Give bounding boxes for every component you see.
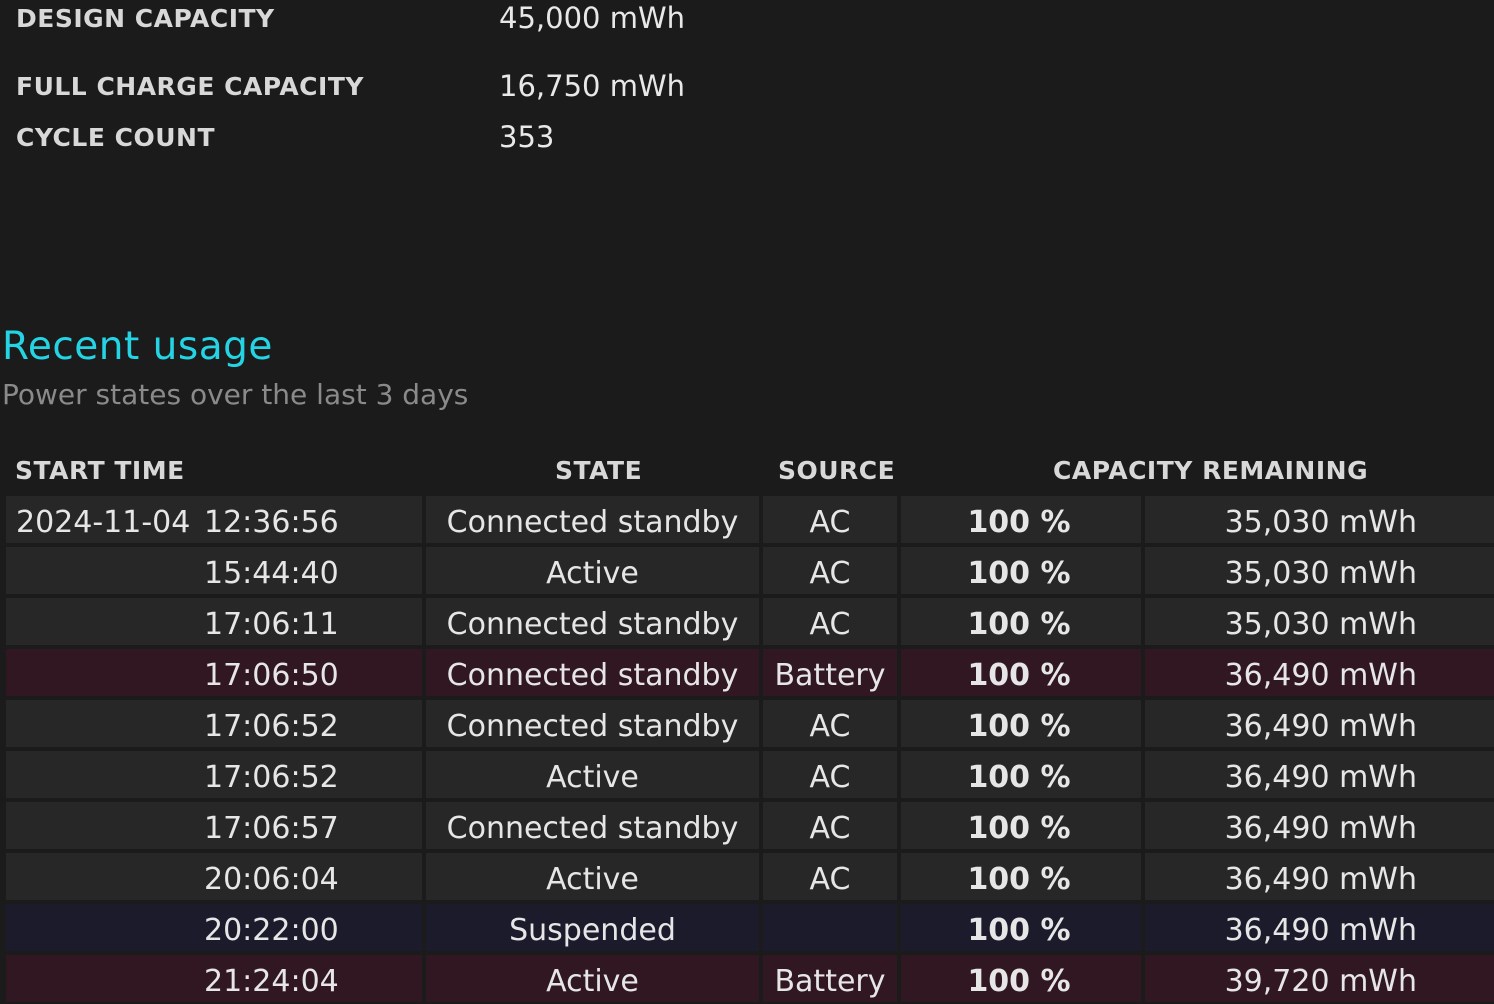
capacity-remaining-cell: 35,030 mWh bbox=[1145, 496, 1494, 543]
start-time-cell: 20:22:00 bbox=[6, 904, 422, 951]
start-date: 2024-11-04 bbox=[16, 505, 191, 540]
source-cell: Battery bbox=[763, 649, 897, 696]
start-time: 15:44:40 bbox=[204, 556, 339, 591]
start-time-cell: 17:06:52 bbox=[6, 751, 422, 798]
start-time: 17:06:52 bbox=[204, 709, 339, 744]
state-cell: Active bbox=[426, 547, 759, 594]
design-capacity-row: DESIGN CAPACITY 45,000 mWh bbox=[16, 1, 1486, 36]
start-time: 17:06:50 bbox=[204, 658, 339, 693]
full-charge-capacity-row: FULL CHARGE CAPACITY 16,750 mWh bbox=[16, 69, 1486, 104]
start-time: 12:36:56 bbox=[204, 505, 339, 540]
start-time-cell: 2024-11-04 12:36:56 bbox=[6, 496, 422, 543]
capacity-percent-cell: 100 % bbox=[901, 598, 1141, 645]
source-cell: AC bbox=[763, 751, 897, 798]
start-time: 20:22:00 bbox=[204, 913, 339, 948]
usage-table-header: START TIME STATE SOURCE CAPACITY REMAINI… bbox=[0, 456, 1494, 492]
capacity-remaining-cell: 36,490 mWh bbox=[1145, 700, 1494, 747]
start-time: 17:06:11 bbox=[204, 607, 339, 642]
start-time-cell: 17:06:11 bbox=[6, 598, 422, 645]
capacity-remaining-cell: 36,490 mWh bbox=[1145, 649, 1494, 696]
table-row: 17:06:52 Active AC 100 % 36,490 mWh bbox=[6, 751, 1494, 798]
table-row: 2024-11-04 12:36:56 Connected standby AC 100… bbox=[6, 496, 1494, 543]
cycle-count-row: CYCLE COUNT 353 bbox=[16, 120, 1486, 155]
start-time-cell: 15:44:40 bbox=[6, 547, 422, 594]
table-row: 17:06:52 Connected standby AC 100 % 36,490 m… bbox=[6, 700, 1494, 747]
start-time-cell: 17:06:50 bbox=[6, 649, 422, 696]
full-charge-capacity-label: FULL CHARGE CAPACITY bbox=[16, 72, 364, 101]
capacity-remaining-cell: 36,490 mWh bbox=[1145, 802, 1494, 849]
start-time: 17:06:52 bbox=[204, 760, 339, 795]
capacity-percent-cell: 100 % bbox=[901, 802, 1141, 849]
table-row: 15:44:40 Active AC 100 % 35,030 mWh bbox=[6, 547, 1494, 594]
source-cell: AC bbox=[763, 802, 897, 849]
column-header-state: STATE bbox=[555, 456, 643, 485]
recent-usage-subtitle: Power states over the last 3 days bbox=[2, 378, 469, 411]
start-time-cell: 17:06:52 bbox=[6, 700, 422, 747]
capacity-remaining-cell: 39,720 mWh bbox=[1145, 955, 1494, 1002]
state-cell: Active bbox=[426, 751, 759, 798]
capacity-percent-cell: 100 % bbox=[901, 955, 1141, 1002]
capacity-percent-cell: 100 % bbox=[901, 547, 1141, 594]
design-capacity-value: 45,000 mWh bbox=[499, 1, 685, 35]
cycle-count-label: CYCLE COUNT bbox=[16, 123, 215, 152]
table-row: 20:06:04 Active AC 100 % 36,490 mWh bbox=[6, 853, 1494, 900]
capacity-remaining-cell: 36,490 mWh bbox=[1145, 904, 1494, 951]
capacity-remaining-cell: 35,030 mWh bbox=[1145, 547, 1494, 594]
state-cell: Connected standby bbox=[426, 496, 759, 543]
capacity-remaining-cell: 36,490 mWh bbox=[1145, 853, 1494, 900]
battery-report-page: DESIGN CAPACITY 45,000 mWh FULL CHARGE C… bbox=[0, 0, 1494, 1004]
capacity-percent-cell: 100 % bbox=[901, 700, 1141, 747]
start-time: 17:06:57 bbox=[204, 811, 339, 846]
state-cell: Connected standby bbox=[426, 598, 759, 645]
state-cell: Active bbox=[426, 853, 759, 900]
column-header-start-time: START TIME bbox=[15, 456, 185, 485]
source-cell: AC bbox=[763, 496, 897, 543]
table-row: 17:06:57 Connected standby AC 100 % 36,490 m… bbox=[6, 802, 1494, 849]
column-header-capacity-remaining: CAPACITY REMAINING bbox=[1053, 456, 1369, 485]
cycle-count-value: 353 bbox=[499, 120, 555, 154]
usage-table-body: 2024-11-04 12:36:56 Connected standby AC 100… bbox=[6, 496, 1494, 1004]
capacity-percent-cell: 100 % bbox=[901, 496, 1141, 543]
source-cell: AC bbox=[763, 547, 897, 594]
state-cell: Connected standby bbox=[426, 700, 759, 747]
design-capacity-label: DESIGN CAPACITY bbox=[16, 4, 275, 33]
start-time-cell: 20:06:04 bbox=[6, 853, 422, 900]
source-cell: AC bbox=[763, 700, 897, 747]
source-cell: AC bbox=[763, 598, 897, 645]
start-time-cell: 21:24:04 bbox=[6, 955, 422, 1002]
capacity-percent-cell: 100 % bbox=[901, 649, 1141, 696]
state-cell: Connected standby bbox=[426, 802, 759, 849]
table-row: 17:06:50 Connected standby Battery 100 % 36,… bbox=[6, 649, 1494, 696]
source-cell: AC bbox=[763, 853, 897, 900]
capacity-remaining-cell: 36,490 mWh bbox=[1145, 751, 1494, 798]
state-cell: Suspended bbox=[426, 904, 759, 951]
recent-usage-title: Recent usage bbox=[2, 324, 273, 369]
source-cell bbox=[763, 904, 897, 951]
source-cell: Battery bbox=[763, 955, 897, 1002]
capacity-percent-cell: 100 % bbox=[901, 853, 1141, 900]
column-header-source: SOURCE bbox=[778, 456, 896, 485]
state-cell: Active bbox=[426, 955, 759, 1002]
start-time: 21:24:04 bbox=[204, 964, 339, 999]
table-row: 20:22:00 Suspended 100 % 36,490 mWh bbox=[6, 904, 1494, 951]
table-row: 21:24:04 Active Battery 100 % 39,720 mWh bbox=[6, 955, 1494, 1002]
full-charge-capacity-value: 16,750 mWh bbox=[499, 69, 685, 103]
start-time-cell: 17:06:57 bbox=[6, 802, 422, 849]
capacity-remaining-cell: 35,030 mWh bbox=[1145, 598, 1494, 645]
state-cell: Connected standby bbox=[426, 649, 759, 696]
capacity-percent-cell: 100 % bbox=[901, 904, 1141, 951]
start-time: 20:06:04 bbox=[204, 862, 339, 897]
table-row: 17:06:11 Connected standby AC 100 % 35,030 m… bbox=[6, 598, 1494, 645]
capacity-percent-cell: 100 % bbox=[901, 751, 1141, 798]
